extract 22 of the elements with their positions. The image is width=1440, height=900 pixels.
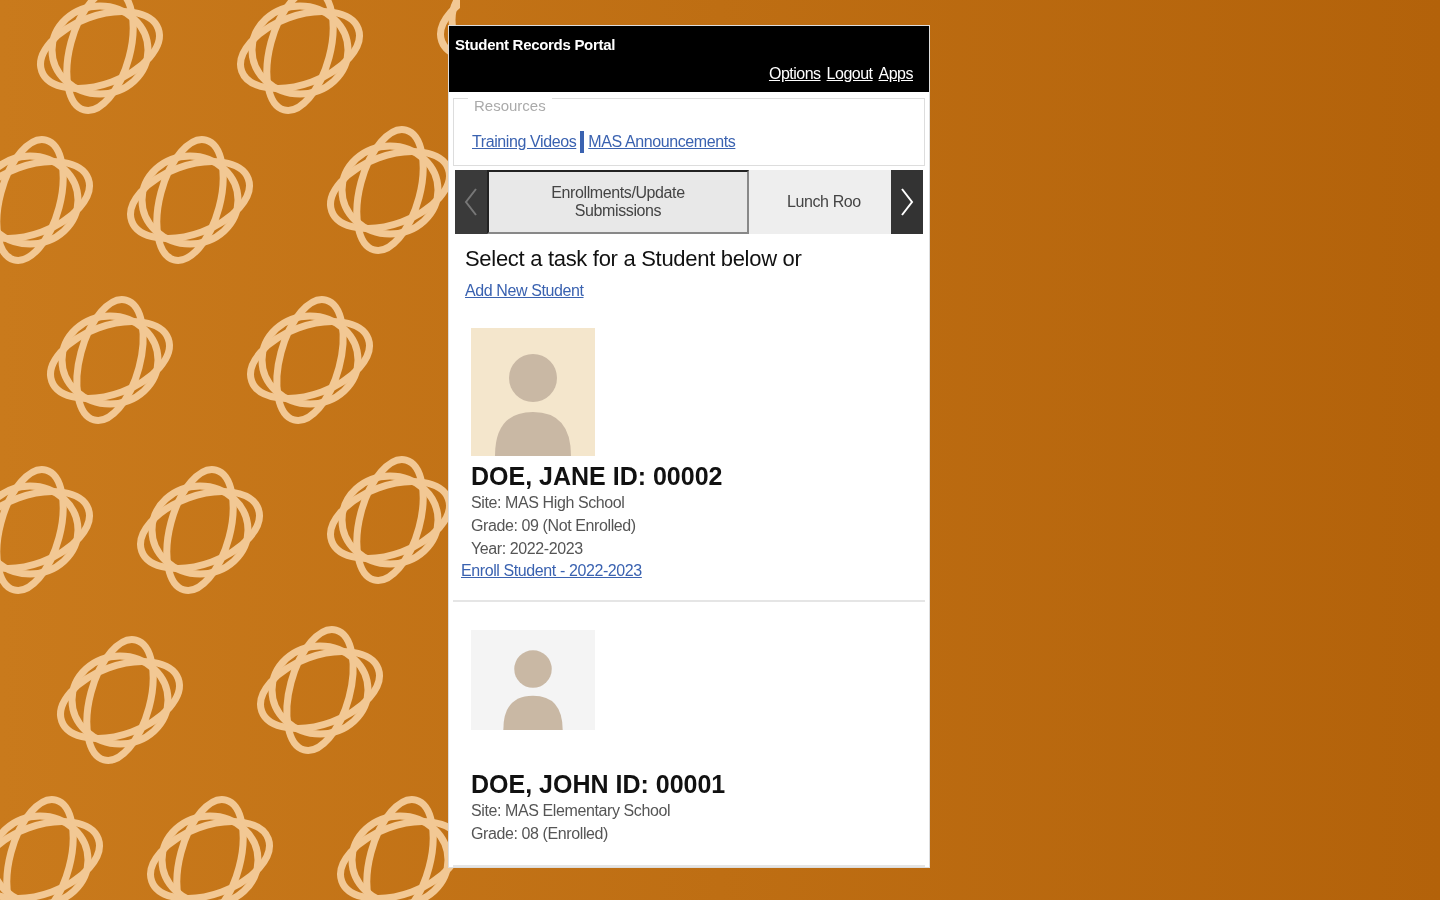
enroll-link[interactable]: Enroll Student - 2022-2023 (461, 562, 642, 580)
header-link[interactable]: Options (768, 65, 821, 83)
instruction-text: Select a task for a Student below or (465, 246, 803, 272)
resource-link[interactable]: MAS Announcements (588, 133, 736, 151)
link-separator (580, 131, 585, 153)
resource-link[interactable]: Training Videos (472, 133, 577, 151)
chevron-right-icon (900, 187, 914, 217)
add-student-link[interactable]: Add New Student (465, 282, 584, 300)
student-detail: Grade: 09 (Not Enrolled) (471, 516, 637, 536)
header-link[interactable]: Apps (878, 65, 913, 83)
student-detail: Site: MAS High School (471, 493, 626, 513)
student-detail: Year: 2022-2023 (471, 539, 584, 559)
next-arrow-button[interactable] (891, 170, 923, 234)
student-detail: Site: MAS Elementary School (471, 801, 672, 821)
tab[interactable]: Enrollments/Update Submissions (487, 170, 749, 234)
student-detail: Grade: 08 (Enrolled) (471, 824, 609, 844)
header-link[interactable]: Logout (826, 65, 873, 83)
student-name: DOE, JANE ID: 00002 (471, 462, 724, 491)
student-name: DOE, JOHN ID: 00001 (471, 770, 727, 799)
resources-legend: Resources (468, 97, 552, 114)
chevron-left-icon (464, 187, 478, 217)
portal-title: Student Records Portal (455, 36, 617, 53)
